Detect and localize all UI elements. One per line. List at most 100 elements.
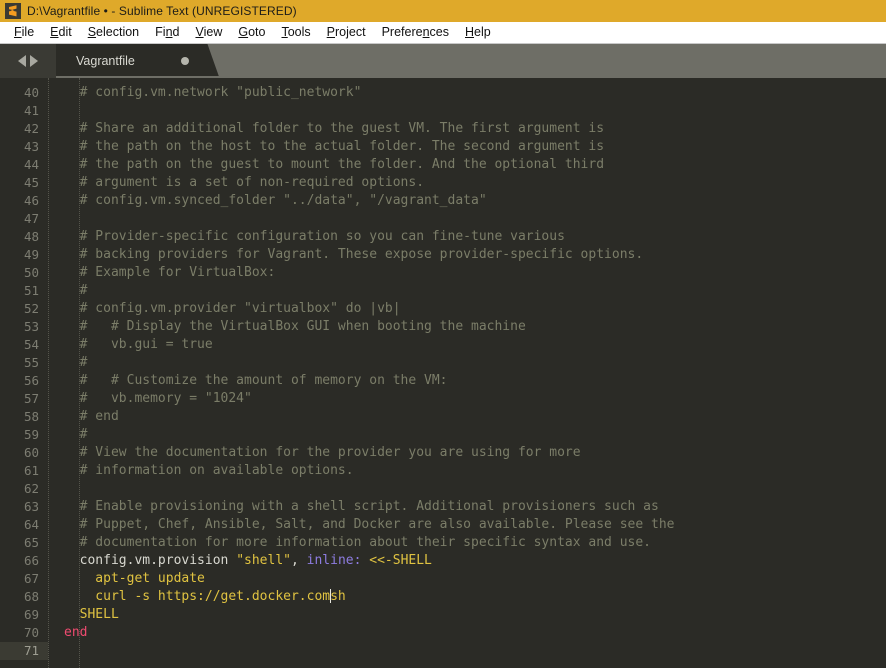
code-token: # Example for VirtualBox:: [64, 265, 276, 280]
line-number: 51: [23, 283, 39, 298]
code-line[interactable]: # argument is a set of non-required opti…: [48, 174, 886, 192]
code-token: # Enable provisioning with a shell scrip…: [64, 499, 659, 514]
code-line[interactable]: # Puppet, Chef, Ansible, Salt, and Docke…: [48, 516, 886, 534]
code-line[interactable]: # backing providers for Vagrant. These e…: [48, 246, 886, 264]
code-token: # information on available options.: [64, 463, 354, 478]
line-number: 62: [23, 481, 39, 496]
code-line[interactable]: # end: [48, 408, 886, 426]
line-number: 61: [23, 463, 39, 478]
code-token: ,: [290, 553, 307, 568]
line-number: 48: [23, 229, 39, 244]
code-line[interactable]: # # Customize the amount of memory on th…: [48, 372, 886, 390]
code-token: # end: [64, 409, 119, 424]
menu-item-goto[interactable]: Goto: [230, 24, 273, 41]
code-line[interactable]: end: [48, 624, 886, 642]
code-line[interactable]: [48, 210, 886, 228]
line-number: 58: [23, 409, 39, 424]
line-number: 65: [23, 535, 39, 550]
line-number: 57: [23, 391, 39, 406]
line-number: 55: [23, 355, 39, 370]
line-number-gutter: 40 41 42 43 44 45 46 47 48 49 50 51 52 53 54 55 56 57 58 59…: [0, 78, 48, 668]
tab-vagrantfile[interactable]: Vagrantfile: [56, 44, 219, 78]
code-line[interactable]: [48, 480, 886, 498]
line-number: 46: [23, 193, 39, 208]
code-line[interactable]: # config.vm.provider "virtualbox" do |vb…: [48, 300, 886, 318]
line-number: 60: [23, 445, 39, 460]
code-token: # config.vm.synced_folder "../data", "/v…: [64, 193, 487, 208]
menu-item-view[interactable]: View: [187, 24, 230, 41]
editor-pane[interactable]: 40 41 42 43 44 45 46 47 48 49 50 51 52 53 54 55 56 57 58 59…: [0, 78, 886, 668]
window-titlebar[interactable]: D:\Vagrantfile • - Sublime Text (UNREGIS…: [0, 0, 886, 22]
menu-item-project[interactable]: Project: [319, 24, 374, 41]
code-token: # the path on the host to the actual fol…: [64, 139, 605, 154]
code-line[interactable]: curl -s https://get.docker.comsh: [48, 588, 886, 606]
code-token: # documentation for more information abo…: [64, 535, 651, 550]
code-line[interactable]: # the path on the guest to mount the fol…: [48, 156, 886, 174]
code-line[interactable]: # information on available options.: [48, 462, 886, 480]
line-number: 45: [23, 175, 39, 190]
line-number: 42: [23, 121, 39, 136]
tab-nav-arrows: [0, 44, 56, 78]
line-number: 67: [23, 571, 39, 586]
line-number: 66: [23, 553, 39, 568]
code-line[interactable]: # vb.memory = "1024": [48, 390, 886, 408]
menu-item-tools[interactable]: Tools: [273, 24, 318, 41]
menu-item-help[interactable]: Help: [457, 24, 499, 41]
code-token: # # Customize the amount of memory on th…: [64, 373, 448, 388]
line-number: 44: [23, 157, 39, 172]
code-line[interactable]: # documentation for more information abo…: [48, 534, 886, 552]
code-token: #: [64, 355, 88, 370]
code-token: # config.vm.provider "virtualbox" do |vb…: [64, 301, 401, 316]
tab-label: Vagrantfile: [76, 54, 135, 68]
code-line[interactable]: #: [48, 282, 886, 300]
code-token: # View the documentation for the provide…: [64, 445, 581, 460]
arrow-left-icon[interactable]: [18, 55, 26, 67]
code-line[interactable]: # View the documentation for the provide…: [48, 444, 886, 462]
line-number: 50: [23, 265, 39, 280]
code-line[interactable]: SHELL: [48, 606, 886, 624]
code-token: apt-get update: [64, 571, 205, 586]
code-line[interactable]: apt-get update: [48, 570, 886, 588]
tabbar: Vagrantfile: [0, 44, 886, 78]
code-line[interactable]: # the path on the host to the actual fol…: [48, 138, 886, 156]
line-number: 70: [23, 625, 39, 640]
code-line[interactable]: # Provider-specific configuration so you…: [48, 228, 886, 246]
tab-dirty-indicator-icon[interactable]: [180, 57, 189, 65]
code-token: curl -s https://get.docker.com: [64, 589, 331, 604]
code-line[interactable]: [48, 102, 886, 120]
line-number: 71: [0, 642, 48, 660]
code-area[interactable]: # config.vm.network "public_network" # S…: [48, 78, 886, 668]
code-line[interactable]: # vb.gui = true: [48, 336, 886, 354]
menu-item-selection[interactable]: Selection: [80, 24, 147, 41]
menu-item-find[interactable]: Find: [147, 24, 187, 41]
code-token: # vb.memory = "1024": [64, 391, 252, 406]
code-line[interactable]: [48, 642, 886, 660]
line-number: 43: [23, 139, 39, 154]
code-token: #: [64, 427, 88, 442]
code-line[interactable]: # Share an additional folder to the gues…: [48, 120, 886, 138]
code-token: # Puppet, Chef, Ansible, Salt, and Docke…: [64, 517, 675, 532]
line-number: 40: [23, 85, 39, 100]
code-line[interactable]: # config.vm.network "public_network": [48, 84, 886, 102]
code-line[interactable]: config.vm.provision "shell", inline: <<-…: [48, 552, 886, 570]
code-token: <<-SHELL: [369, 553, 432, 568]
line-number: 41: [23, 103, 39, 118]
menu-item-file[interactable]: File: [6, 24, 42, 41]
line-number: 49: [23, 247, 39, 262]
line-number: 69: [23, 607, 39, 622]
line-number: 59: [23, 427, 39, 442]
line-number: 52: [23, 301, 39, 316]
code-line[interactable]: # Enable provisioning with a shell scrip…: [48, 498, 886, 516]
code-token: # config.vm.network "public_network": [64, 85, 362, 100]
code-token: # backing providers for Vagrant. These e…: [64, 247, 644, 262]
code-line[interactable]: # # Display the VirtualBox GUI when boot…: [48, 318, 886, 336]
code-line[interactable]: #: [48, 354, 886, 372]
arrow-right-icon[interactable]: [30, 55, 38, 67]
code-token: inline:: [306, 553, 362, 568]
menu-item-preferences[interactable]: Preferences: [374, 24, 457, 41]
code-line[interactable]: # config.vm.synced_folder "../data", "/v…: [48, 192, 886, 210]
code-line[interactable]: # Example for VirtualBox:: [48, 264, 886, 282]
code-token: sh: [330, 589, 346, 604]
code-line[interactable]: #: [48, 426, 886, 444]
menu-item-edit[interactable]: Edit: [42, 24, 80, 41]
